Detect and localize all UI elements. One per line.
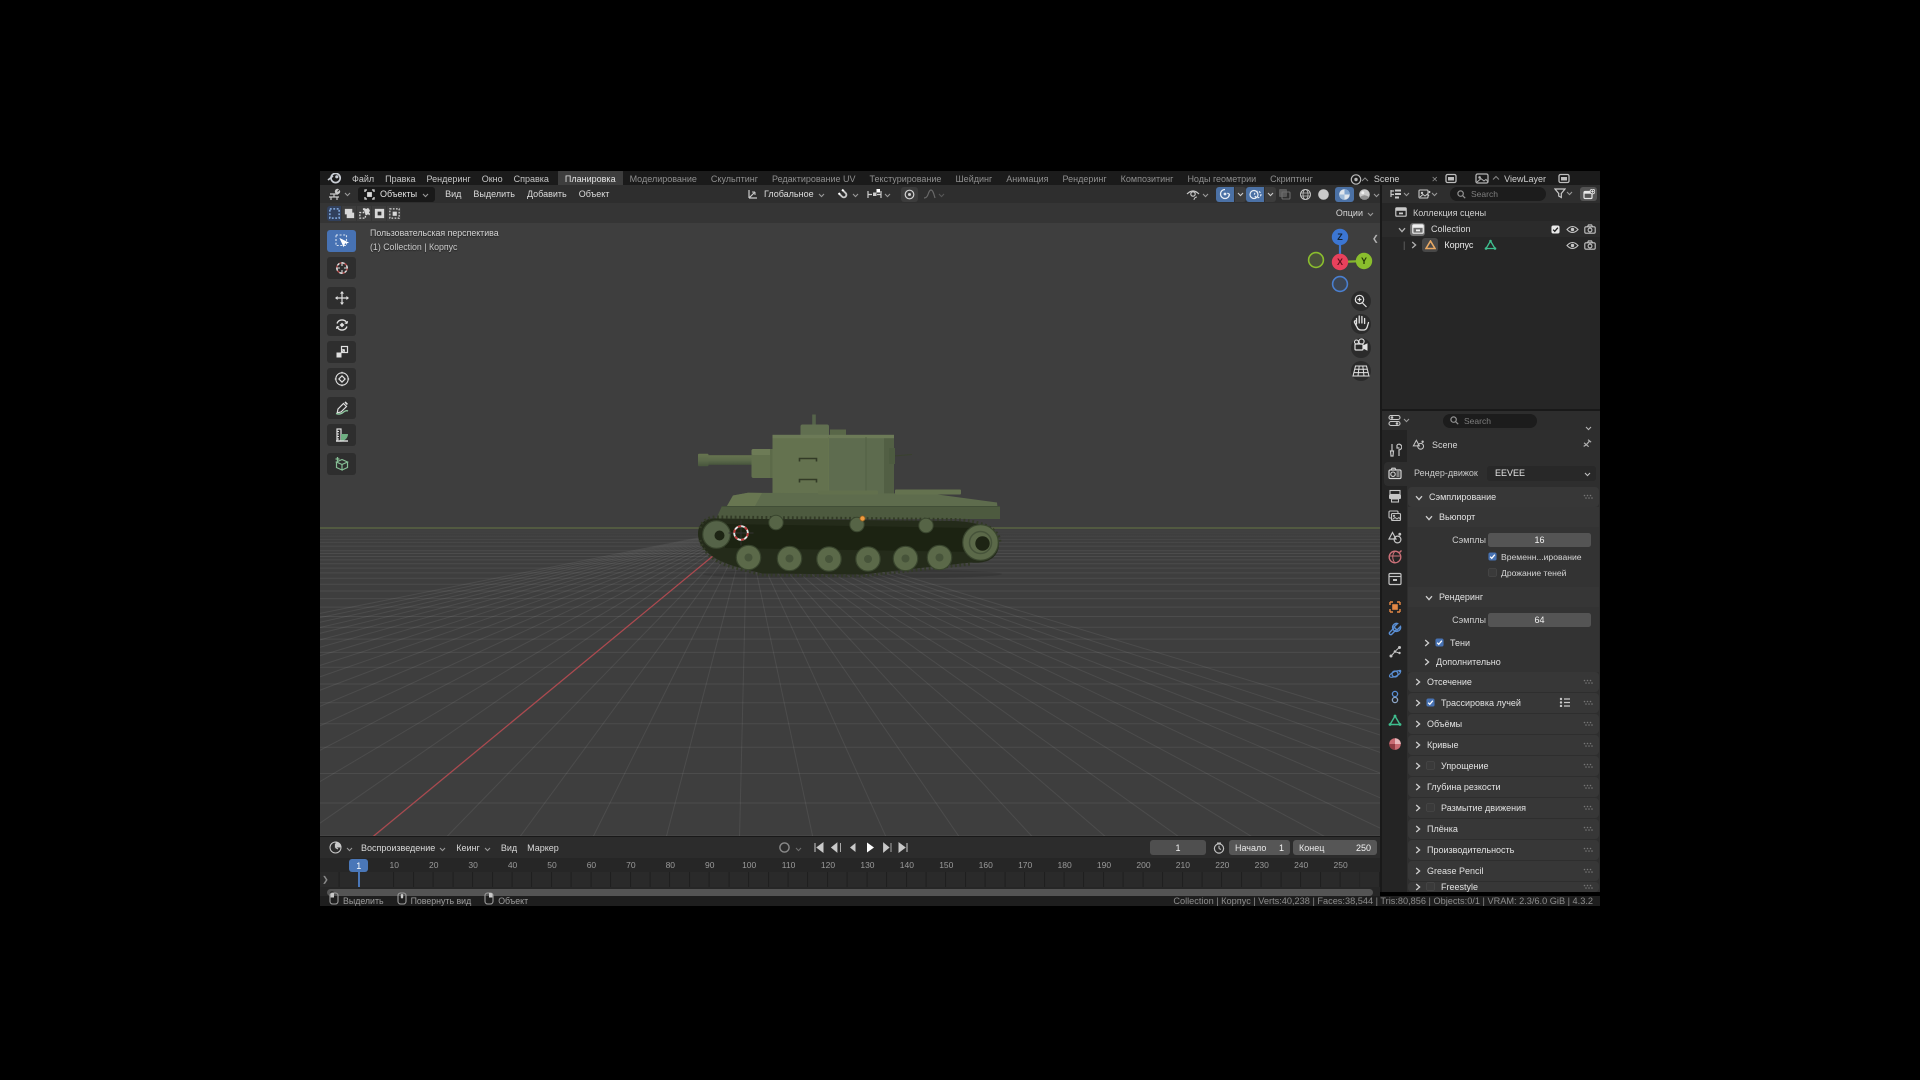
svg-text:Y: Y [1361,256,1367,266]
svg-text:Z: Z [1337,232,1343,242]
svg-text:X: X [1337,257,1343,267]
